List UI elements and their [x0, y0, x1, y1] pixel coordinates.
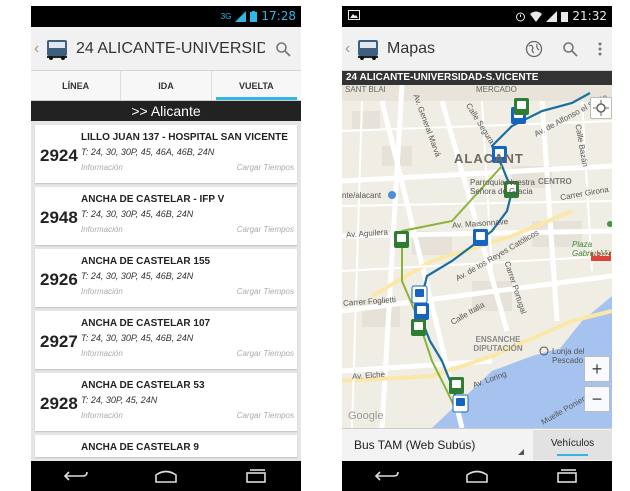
zoom-in-button[interactable]: + [584, 356, 610, 382]
stop-number: 2926 [40, 270, 78, 289]
back-caret-icon[interactable]: ‹ [34, 40, 42, 58]
spinner-arrow-icon [518, 449, 524, 455]
back-caret-icon[interactable]: ‹ [345, 40, 353, 58]
signal-icon [235, 10, 247, 22]
stop-lines: T: 24, 30, 30P, 45, 46B, 24N [81, 333, 194, 343]
load-times-link[interactable]: Cargar Tiempos [237, 163, 294, 172]
stop-name: ANCHA DE CASTELAR 9 [81, 442, 199, 453]
home-icon[interactable] [153, 469, 179, 483]
bus-marker-blue[interactable] [492, 146, 507, 163]
search-button[interactable] [265, 31, 301, 67]
layers-button[interactable] [516, 31, 552, 67]
stop-number: 2927 [40, 332, 78, 351]
page-title: Mapas [387, 39, 436, 57]
load-times-link[interactable]: Cargar Tiempos [237, 225, 294, 234]
stop-name: ANCHA DE CASTELAR 53 [81, 380, 205, 391]
bus-marker-green[interactable] [514, 98, 529, 115]
load-times-link[interactable]: Cargar Tiempos [237, 287, 294, 296]
tab-ida[interactable]: IDA [120, 71, 210, 100]
overflow-menu-button[interactable] [588, 31, 612, 67]
map-canvas [342, 84, 612, 428]
alarm-icon [516, 12, 526, 21]
system-nav-bar [31, 461, 301, 491]
search-icon [276, 41, 291, 57]
stop-lines: T: 24, 30P, 45, 24N [81, 395, 158, 405]
tab-vuelta[interactable]: VUELTA [210, 71, 301, 100]
status-bar: 21:32 [342, 6, 612, 27]
stop-card[interactable]: ANCHA DE CASTELAR 53 2928 T: 24, 30P, 45… [35, 373, 297, 431]
status-time: 17:28 [261, 9, 296, 23]
stop-lines: T: 24, 30, 30P, 45, 46A, 46B, 24N [81, 147, 215, 157]
bus-marker-green[interactable] [504, 181, 519, 198]
stop-card[interactable]: LILLO JUAN 137 - HOSPITAL SAN VICENTE 29… [35, 125, 297, 183]
phone-map-screen: 21:32 ‹ Mapas SANT BLAI MERCADO Calle Se… [342, 6, 612, 491]
action-bar: ‹ Mapas [342, 27, 612, 71]
info-link[interactable]: Información [81, 349, 123, 358]
map-view[interactable]: SANT BLAI MERCADO Calle Segura Av. Gener… [342, 71, 612, 428]
info-link[interactable]: Información [81, 225, 123, 234]
zoom-out-button[interactable]: − [584, 386, 610, 412]
tab-linea[interactable]: LÍNEA [31, 71, 120, 100]
stop-card[interactable]: ANCHA DE CASTELAR 155 2926 T: 24, 30, 30… [35, 249, 297, 307]
info-link[interactable]: Información [81, 287, 123, 296]
my-location-button[interactable] [590, 97, 612, 119]
stop-name: ANCHA DE CASTELAR - IFP V [81, 194, 225, 205]
wifi-icon [530, 11, 543, 22]
bus-app-icon[interactable] [44, 38, 70, 60]
direction-header: >> Alicante [31, 101, 301, 121]
home-icon[interactable] [464, 469, 490, 483]
search-icon [563, 41, 578, 57]
globe-icon [525, 40, 543, 57]
stop-number: 2928 [40, 394, 78, 413]
bus-marker-blue[interactable] [473, 229, 488, 246]
back-icon[interactable] [374, 469, 400, 483]
status-time: 21:32 [572, 9, 607, 23]
bus-marker-blue[interactable] [452, 394, 469, 413]
load-times-link[interactable]: Cargar Tiempos [237, 411, 294, 420]
map-bottom-bar: Bus TAM (Web Subús) Vehículos [342, 428, 612, 461]
stop-name: ANCHA DE CASTELAR 107 [81, 318, 211, 329]
action-bar: ‹ 24 ALICANTE-UNIVERSIDAD… [31, 27, 301, 71]
recents-icon[interactable] [554, 469, 580, 483]
stop-lines: T: 24, 30, 30P, 45, 46B, 24N [81, 209, 194, 219]
bus-marker-green[interactable] [411, 319, 426, 336]
back-icon[interactable] [63, 469, 89, 483]
stop-card[interactable]: ANCHA DE CASTELAR 9 [35, 435, 297, 457]
info-link[interactable]: Información [81, 411, 123, 420]
bus-marker-green[interactable] [449, 377, 464, 394]
stop-lines: T: 24, 30, 30P, 45, 46B, 24N [81, 271, 194, 281]
status-bar: 3G 17:28 [31, 6, 301, 27]
bus-marker-blue[interactable] [411, 285, 428, 304]
stop-list: LILLO JUAN 137 - HOSPITAL SAN VICENTE 29… [35, 125, 297, 461]
network-indicator: 3G [220, 11, 232, 21]
stop-card[interactable]: ANCHA DE CASTELAR 107 2927 T: 24, 30, 30… [35, 311, 297, 369]
phone-lines-screen: 3G 17:28 ‹ 24 ALICANTE-UNIVERSIDAD… LÍNE… [31, 6, 301, 491]
source-spinner[interactable]: Bus TAM (Web Subús) [354, 438, 475, 452]
overflow-icon [598, 42, 602, 55]
page-title: 24 ALICANTE-UNIVERSIDAD… [76, 39, 265, 57]
battery-icon [250, 10, 258, 22]
stop-number: 2924 [40, 146, 78, 165]
stop-card[interactable]: ANCHA DE CASTELAR - IFP V 2948 T: 24, 30… [35, 187, 297, 245]
load-times-link[interactable]: Cargar Tiempos [237, 349, 294, 358]
crosshair-icon [593, 100, 609, 116]
search-button[interactable] [552, 31, 588, 67]
vehicles-button[interactable]: Vehículos [533, 430, 612, 460]
info-link[interactable]: Información [81, 163, 123, 172]
bus-marker-green[interactable] [394, 231, 409, 248]
stop-name: ANCHA DE CASTELAR 155 [81, 256, 211, 267]
stop-name: LILLO JUAN 137 - HOSPITAL SAN VICENTE [81, 132, 288, 143]
route-label: 24 ALICANTE-UNIVERSIDAD-S.VICENTE [342, 71, 612, 85]
tab-bar: LÍNEA IDA VUELTA [31, 71, 301, 101]
bus-app-icon[interactable] [355, 38, 381, 60]
recents-icon[interactable] [243, 469, 269, 483]
battery-icon [561, 11, 569, 22]
signal-icon [546, 10, 558, 22]
image-notification-icon [348, 10, 360, 20]
stop-number: 2948 [40, 208, 78, 227]
system-nav-bar [342, 461, 612, 491]
bus-marker-blue[interactable] [414, 303, 429, 320]
